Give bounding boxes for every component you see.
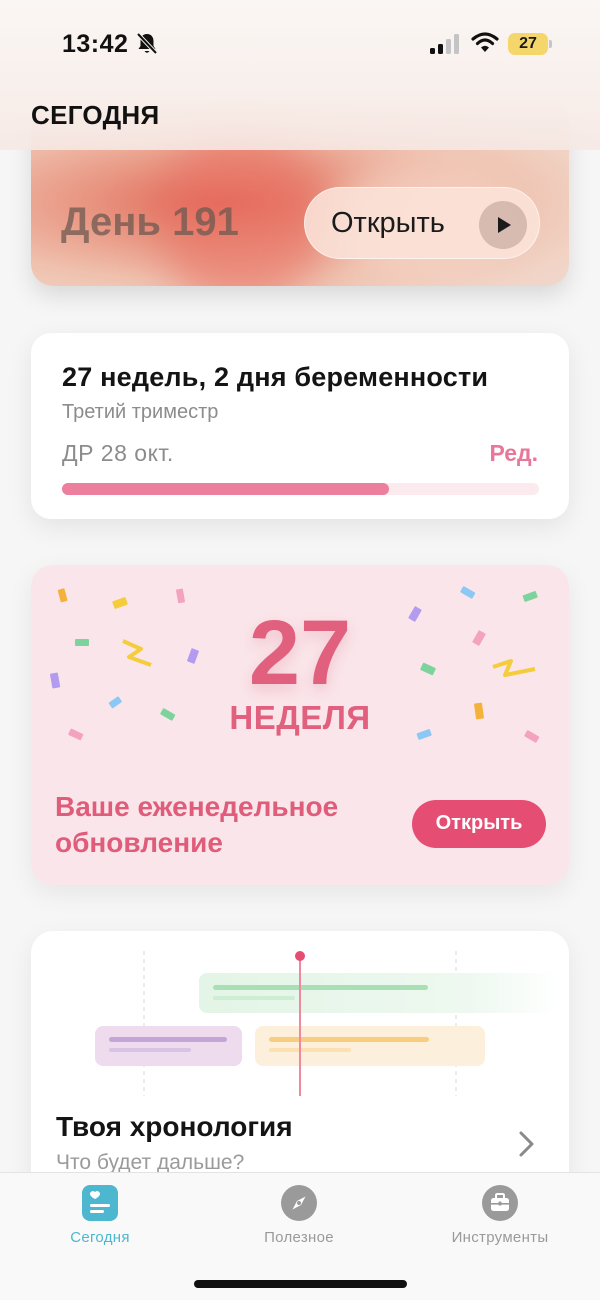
tab-tools[interactable]: Инструменты	[430, 1173, 570, 1253]
trimester-label: Третий триместр	[62, 401, 219, 423]
pregnancy-card[interactable]: 27 недель, 2 дня беременности Третий три…	[31, 333, 569, 519]
bell-slash-icon	[136, 32, 158, 55]
play-icon	[479, 201, 527, 249]
chevron-right-icon[interactable]	[517, 1130, 537, 1158]
today-icon	[82, 1185, 118, 1221]
signal-icon	[430, 34, 459, 54]
pregnancy-progress-fill	[62, 483, 389, 495]
compass-icon	[281, 1185, 317, 1221]
screen: День 191 Открыть СЕГОДНЯ 13:42 27 27 нед…	[0, 0, 600, 1300]
page-title: СЕГОДНЯ	[31, 100, 160, 130]
pregnancy-title: 27 недель, 2 дня беременности	[62, 362, 489, 392]
due-date: ДР 28 окт.	[62, 440, 174, 466]
week-number: 27	[248, 602, 352, 704]
status-bar: 13:42 27	[0, 0, 600, 90]
status-time: 13:42	[62, 30, 129, 58]
day-open-label: Открыть	[331, 207, 445, 239]
weekly-update-card[interactable]: 27 НЕДЕЛЯ Ваше еженедельное обновление О…	[31, 565, 569, 885]
tab-useful[interactable]: Полезное	[229, 1173, 369, 1253]
toolbox-icon	[482, 1185, 518, 1221]
day-open-button[interactable]: Открыть	[304, 187, 540, 259]
week-label: НЕДЕЛЯ	[229, 699, 371, 736]
day-label: День 191	[61, 200, 239, 244]
pregnancy-progress-bar	[62, 483, 539, 495]
battery-level: 27	[519, 35, 537, 52]
tab-today[interactable]: Сегодня	[30, 1173, 170, 1253]
weekly-update-text: Ваше еженедельное обновление	[55, 791, 339, 858]
wifi-icon	[471, 32, 499, 52]
tab-useful-label: Полезное	[264, 1229, 334, 1246]
edit-due-date-link[interactable]: Ред.	[489, 440, 538, 467]
battery-icon: 27	[508, 33, 548, 55]
home-indicator[interactable]	[194, 1280, 407, 1288]
timeline-illustration	[95, 951, 559, 1096]
weekly-update-open-label: Открыть	[435, 812, 523, 834]
timeline-title: Твоя хронология	[56, 1111, 293, 1142]
battery-cap	[549, 40, 552, 48]
tab-today-label: Сегодня	[70, 1229, 130, 1246]
weekly-update-open-button[interactable]: Открыть	[412, 800, 546, 848]
tab-tools-label: Инструменты	[451, 1229, 549, 1246]
